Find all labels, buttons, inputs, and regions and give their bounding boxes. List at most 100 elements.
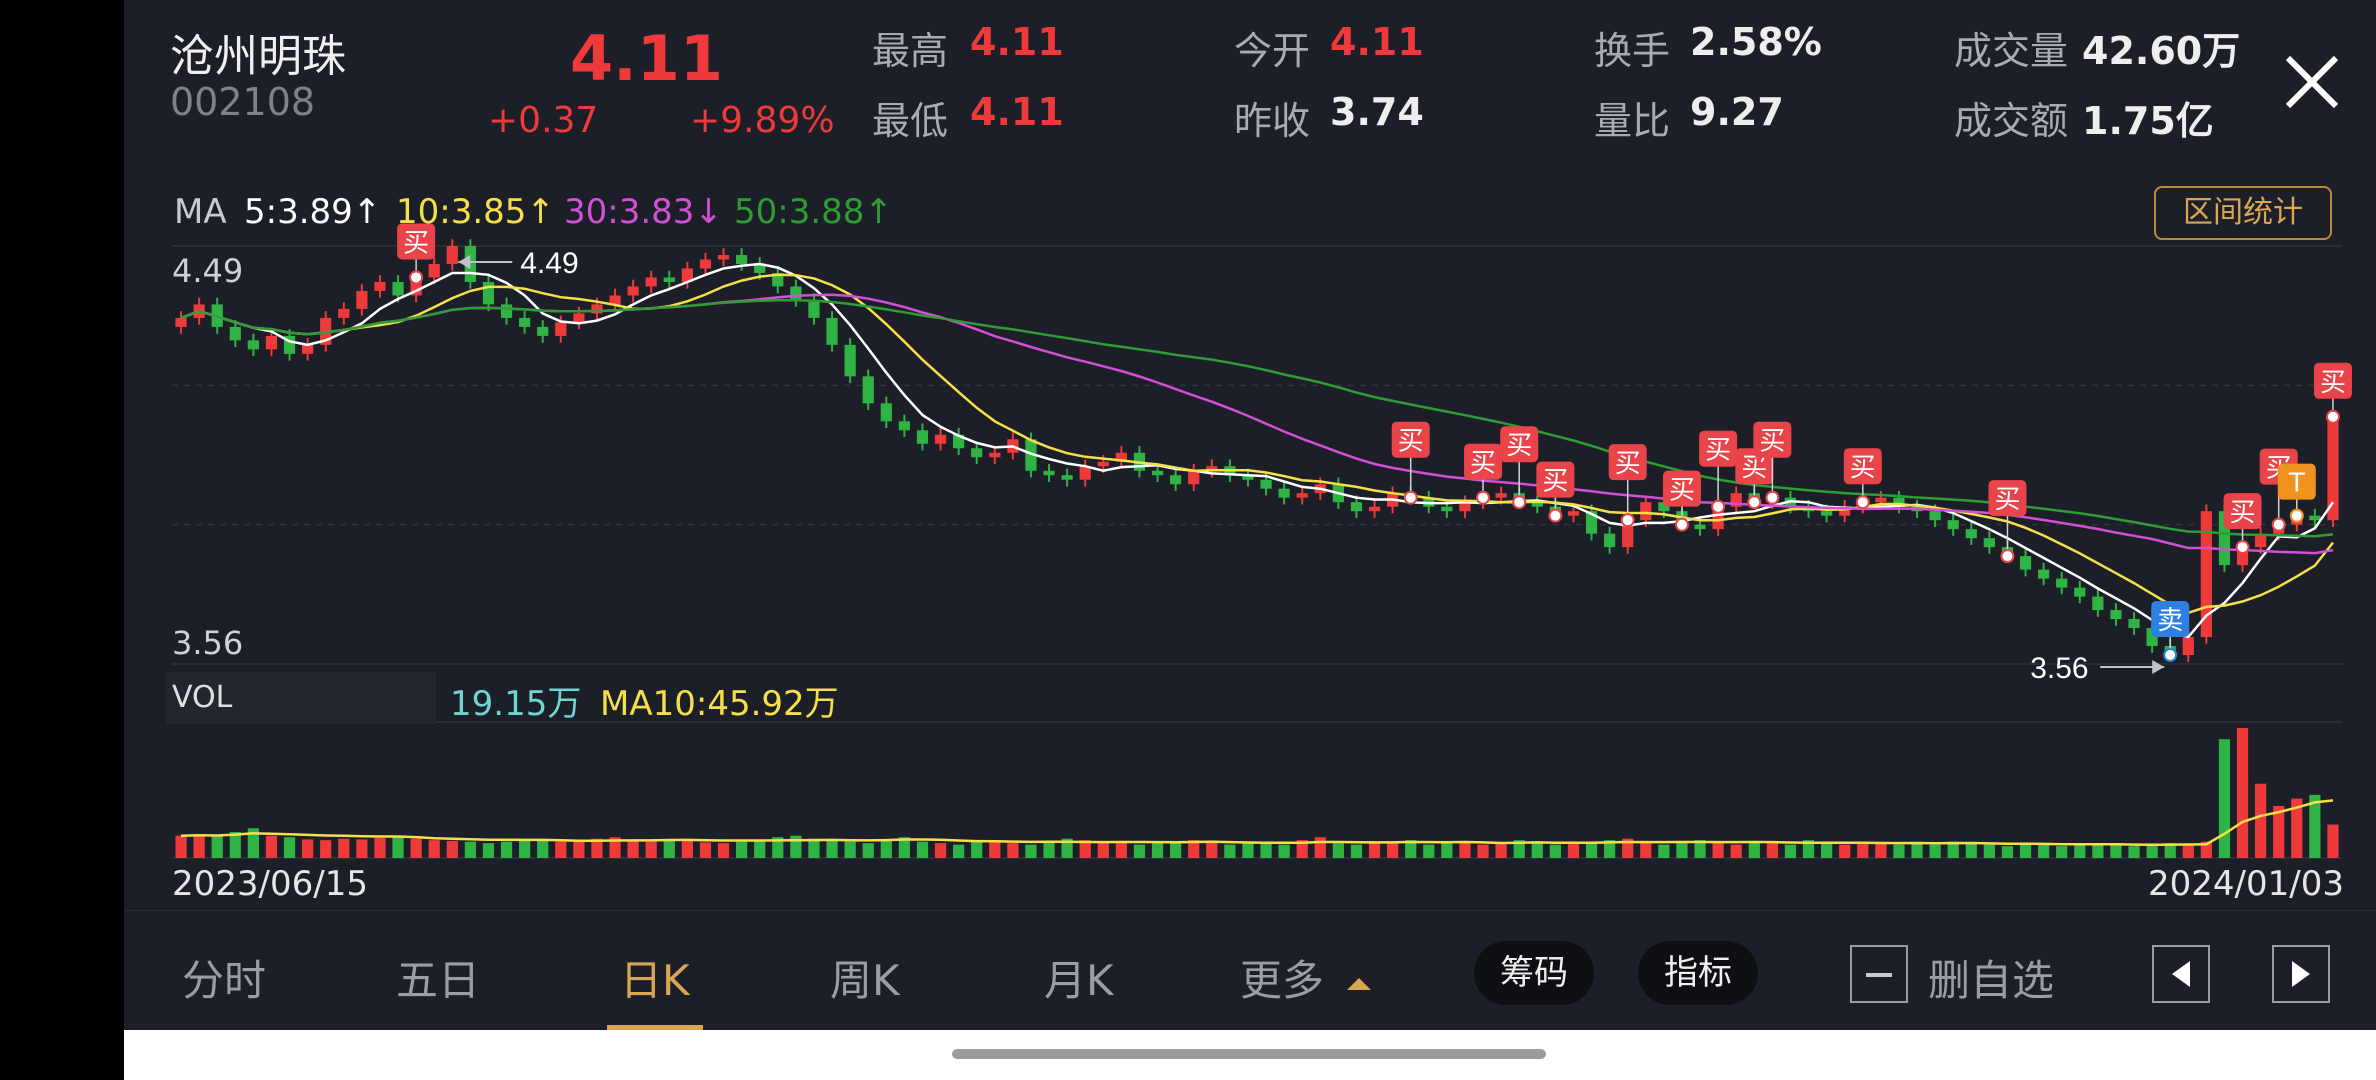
volume-bar [1007, 843, 1019, 858]
candle-body [736, 254, 748, 264]
volume-bar [2038, 843, 2050, 858]
volume-bar [2327, 824, 2339, 858]
candle-body [1097, 461, 1109, 467]
volume-bar [446, 840, 458, 858]
candle-body [844, 344, 856, 377]
volume-bar [1314, 837, 1326, 858]
volume-bar [1549, 844, 1561, 858]
candle-body [1170, 475, 1182, 485]
candle-body [265, 335, 278, 350]
buy-signal-label: 买 [1470, 449, 1496, 479]
volume-bar [1097, 843, 1109, 858]
buy-signal-label: 买 [1506, 431, 1532, 461]
home-indicator[interactable] [952, 1049, 1546, 1059]
remove-watchlist-button[interactable]: 删自选 [1928, 947, 2054, 1008]
buy-signal-dot [1620, 513, 1635, 528]
candle-body [356, 290, 368, 309]
tab-monthly-k[interactable]: 月K [1044, 947, 1114, 1008]
candle-body [916, 430, 929, 444]
volume-bar [1658, 844, 1670, 858]
volume-bar [1839, 844, 1851, 858]
tab-more[interactable]: 更多 [1240, 947, 1373, 1008]
volume-bar [627, 840, 639, 858]
volume-bar [699, 842, 712, 858]
volume-bar [826, 840, 838, 858]
triangle-left-icon [2172, 961, 2190, 987]
volume-bar [302, 839, 314, 858]
candle-body [862, 376, 874, 404]
caret-up-icon [1347, 977, 1372, 990]
chips-button[interactable]: 筹码 [1474, 941, 1594, 1005]
candle-body [645, 277, 657, 287]
volume-bar [1206, 843, 1218, 858]
volume-bar [1151, 843, 1164, 858]
tab-daily-k[interactable]: 日K [620, 947, 690, 1008]
price-axis-bottom: 3.56 [172, 624, 244, 662]
volume-bar [374, 837, 386, 858]
kline-chart[interactable]: 4.493.56买买买买买买买买买买买买买买买卖T [124, 0, 2376, 910]
candle-body [1188, 470, 1200, 485]
candle-body [826, 317, 838, 345]
volume-bar [916, 841, 929, 858]
volume-bar [1043, 841, 1055, 858]
candle-body [880, 403, 892, 422]
buy-signal-dot [1476, 490, 1491, 505]
low-price-marker: 3.56 [2030, 652, 2088, 685]
candle-body [1441, 506, 1453, 512]
volume-bar [555, 841, 567, 858]
buy-signal-dot [1765, 490, 1780, 505]
candle-body [446, 246, 458, 264]
volume-bar [1640, 843, 1652, 858]
indicators-button[interactable]: 指标 [1638, 941, 1758, 1005]
candle-body [1694, 524, 1706, 530]
volume-bar [2001, 846, 2014, 858]
volume-bar [1387, 843, 1399, 858]
candle-body [302, 344, 314, 354]
candle-body [2110, 610, 2122, 620]
candle-body [1965, 529, 1977, 539]
candle-body [482, 281, 495, 305]
volume-bar [1441, 843, 1453, 858]
candle-body [2182, 637, 2194, 656]
volume-ma10-line [180, 799, 2334, 847]
candle-body [808, 299, 820, 318]
volume-bar [482, 843, 495, 858]
candle-body [2200, 511, 2212, 638]
volume-bar [573, 840, 585, 858]
volume-bar [681, 840, 693, 858]
scroll-left-button[interactable] [2152, 945, 2210, 1003]
volume-bar [2218, 739, 2231, 858]
volume-bar [2255, 783, 2267, 858]
buy-signal-dot [1548, 508, 1563, 523]
candle-body [229, 326, 241, 341]
volume-bar [1242, 843, 1254, 858]
volume-bar [464, 841, 476, 858]
volume-bar [1025, 844, 1037, 858]
candle-body [934, 434, 947, 444]
candle-body [392, 281, 404, 296]
candle-body [2309, 515, 2321, 521]
buy-signal-label: 买 [1994, 485, 2020, 515]
tab-intraday[interactable]: 分时 [182, 947, 266, 1008]
volume-bar [736, 841, 748, 858]
candle-body [2092, 596, 2104, 611]
volume-bar [1477, 844, 1489, 858]
volume-bar [1585, 841, 1598, 858]
scroll-right-button[interactable] [2272, 945, 2330, 1003]
volume-bar [1875, 843, 1887, 858]
minus-icon[interactable] [1850, 945, 1908, 1003]
tab-five-day[interactable]: 五日 [396, 947, 480, 1008]
tab-weekly-k[interactable]: 周K [830, 947, 900, 1008]
volume-bar [862, 843, 874, 858]
buy-signal-dot [2325, 409, 2340, 424]
volume-bar [1712, 843, 1724, 858]
volume-bar [1857, 841, 1869, 858]
candle-body [2019, 556, 2032, 570]
candle-body [898, 421, 910, 431]
volume-bar [1350, 844, 1363, 858]
buy-signal-dot [1747, 495, 1762, 510]
candle-body [2038, 569, 2050, 579]
volume-indicator-label[interactable]: VOL [166, 672, 436, 724]
volume-bar [428, 840, 440, 858]
bottom-toolbar: 分时 五日 日K 周K 月K 更多 筹码 指标 删自选 [124, 910, 2376, 1030]
